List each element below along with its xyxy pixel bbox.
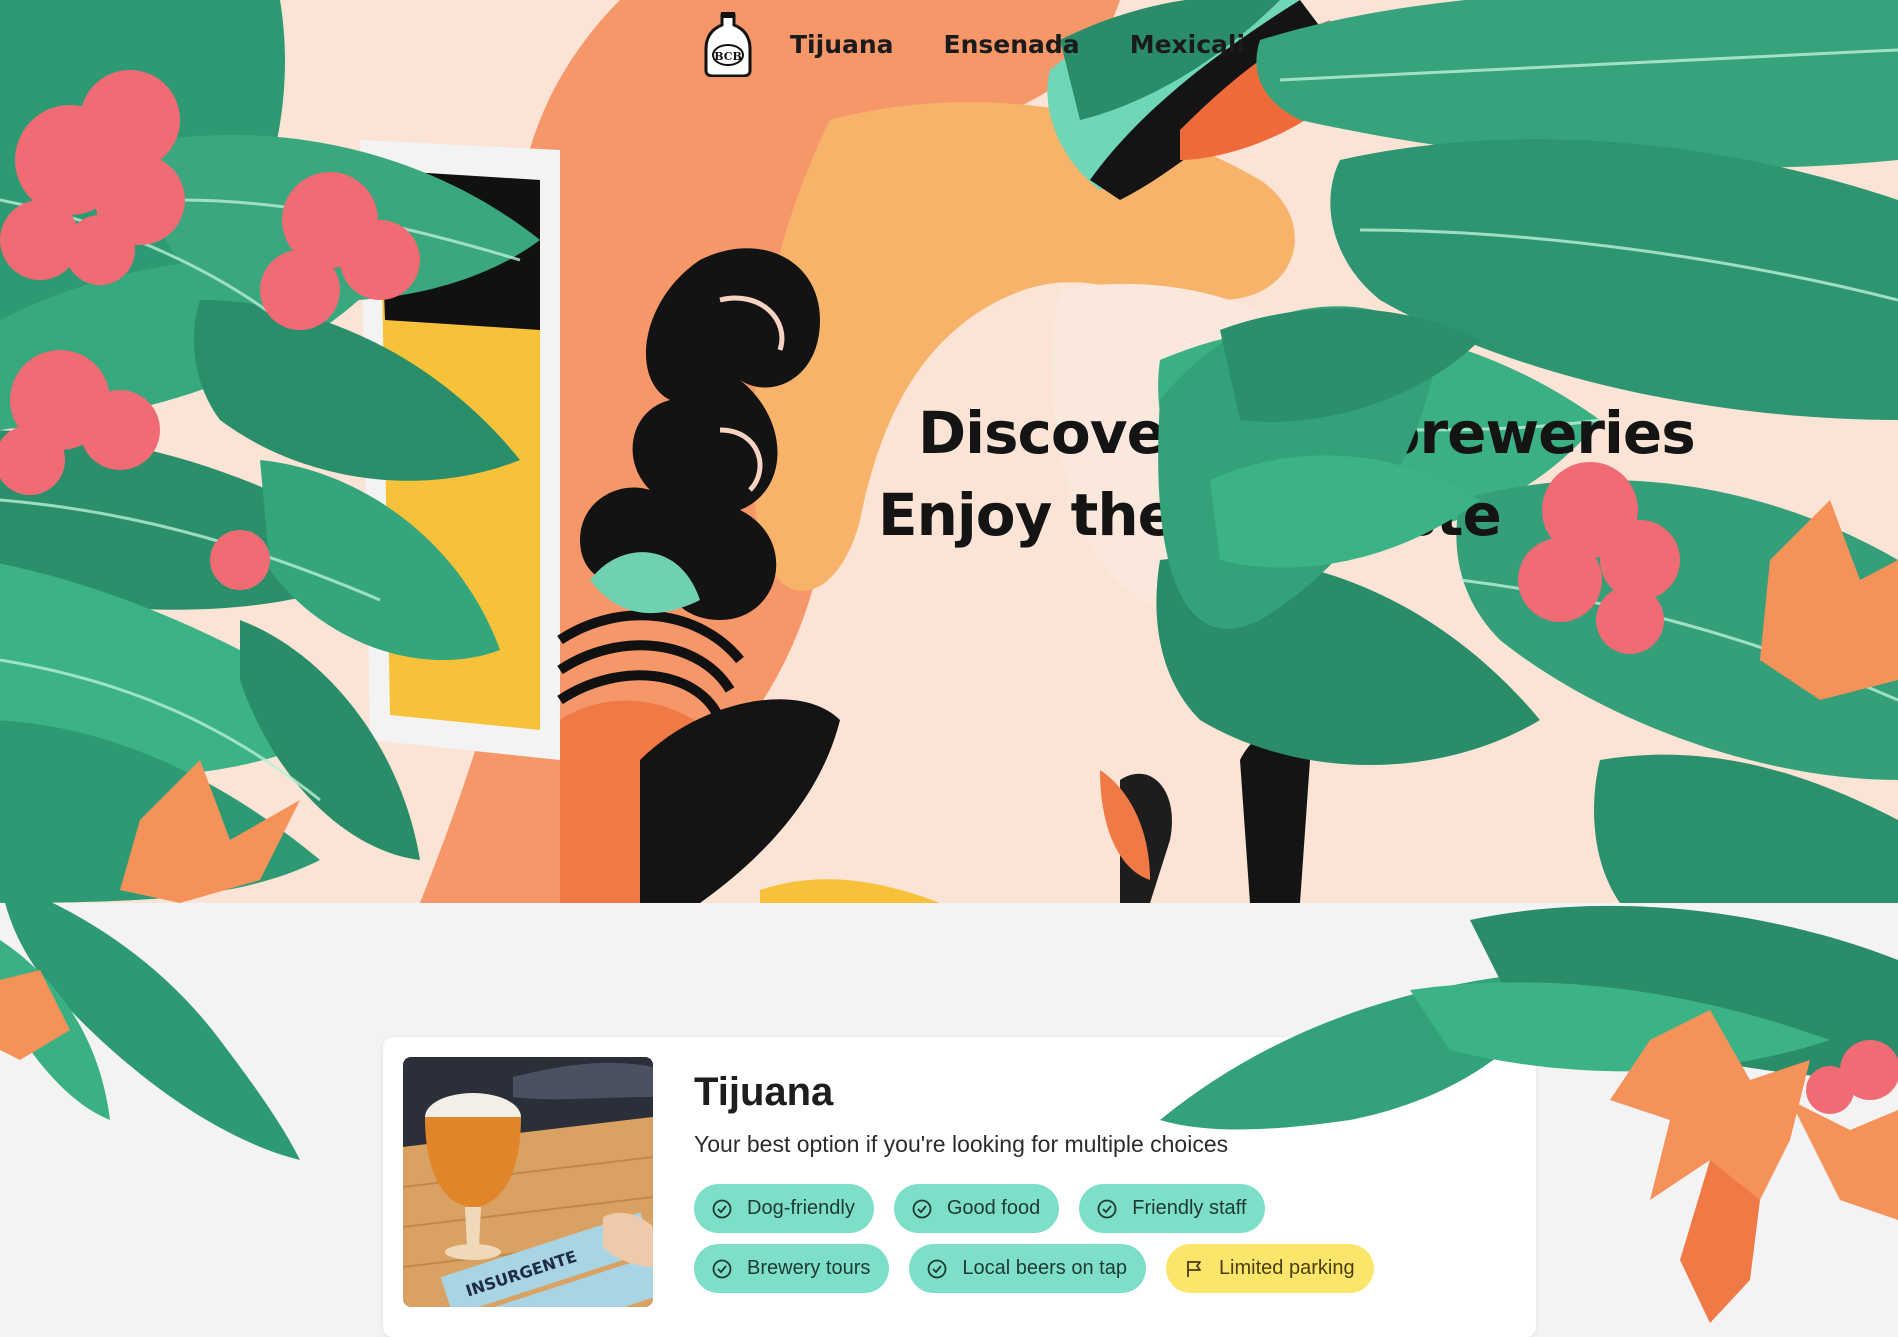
feature-tags: Dog-friendly Good food Friendly staff Br… [694,1184,1454,1293]
bottom-left-leaves [0,880,300,1160]
tag-brewery-tours: Brewery tours [694,1244,890,1293]
tag-good-food: Good food [893,1184,1060,1233]
tag-label: Brewery tours [747,1257,871,1279]
city-card-tijuana[interactable]: INSURGENTE Tijuana Your best option if y… [383,1037,1536,1337]
hero-banner: BCB Tijuana Ensenada Mexicali Discover l… [0,0,1898,903]
tag-label: Friendly staff [1132,1197,1247,1219]
tag-label: Local beers on tap [962,1257,1127,1279]
nav-link-ensenada[interactable]: Ensenada [944,30,1080,59]
tag-local-beers: Local beers on tap [909,1244,1146,1293]
card-subtitle: Your best option if you're looking for m… [694,1131,1229,1157]
tag-limited-parking: Limited parking [1165,1244,1374,1293]
tag-label: Dog-friendly [747,1197,855,1219]
tag-friendly-staff: Friendly staff [1079,1184,1266,1233]
flag-icon [1187,1260,1201,1277]
tag-label: Good food [946,1197,1041,1219]
card-image: INSURGENTE [403,1057,653,1307]
hero-headline: Discover local breweries Enjoy the real … [878,392,1696,556]
nav-link-mexicali[interactable]: Mexicali [1130,30,1245,59]
check-circle-icon [912,1199,932,1218]
check-circle-icon [712,1199,732,1218]
check-circle-icon [1097,1199,1117,1218]
check-circle-icon [712,1259,732,1278]
card-title: Tijuana [694,1070,834,1114]
hero-line-1: Discover local breweries [918,399,1696,467]
top-navigation: BCB Tijuana Ensenada Mexicali [700,8,1295,80]
tag-label: Limited parking [1218,1257,1355,1279]
hero-line-2: Enjoy the real taste [878,481,1502,549]
growler-logo-icon[interactable]: BCB [700,11,756,77]
tag-dog-friendly: Dog-friendly [694,1184,874,1233]
nav-link-tijuana[interactable]: Tijuana [790,30,894,59]
check-circle-icon [927,1259,947,1278]
logo-text: BCB [714,50,742,63]
